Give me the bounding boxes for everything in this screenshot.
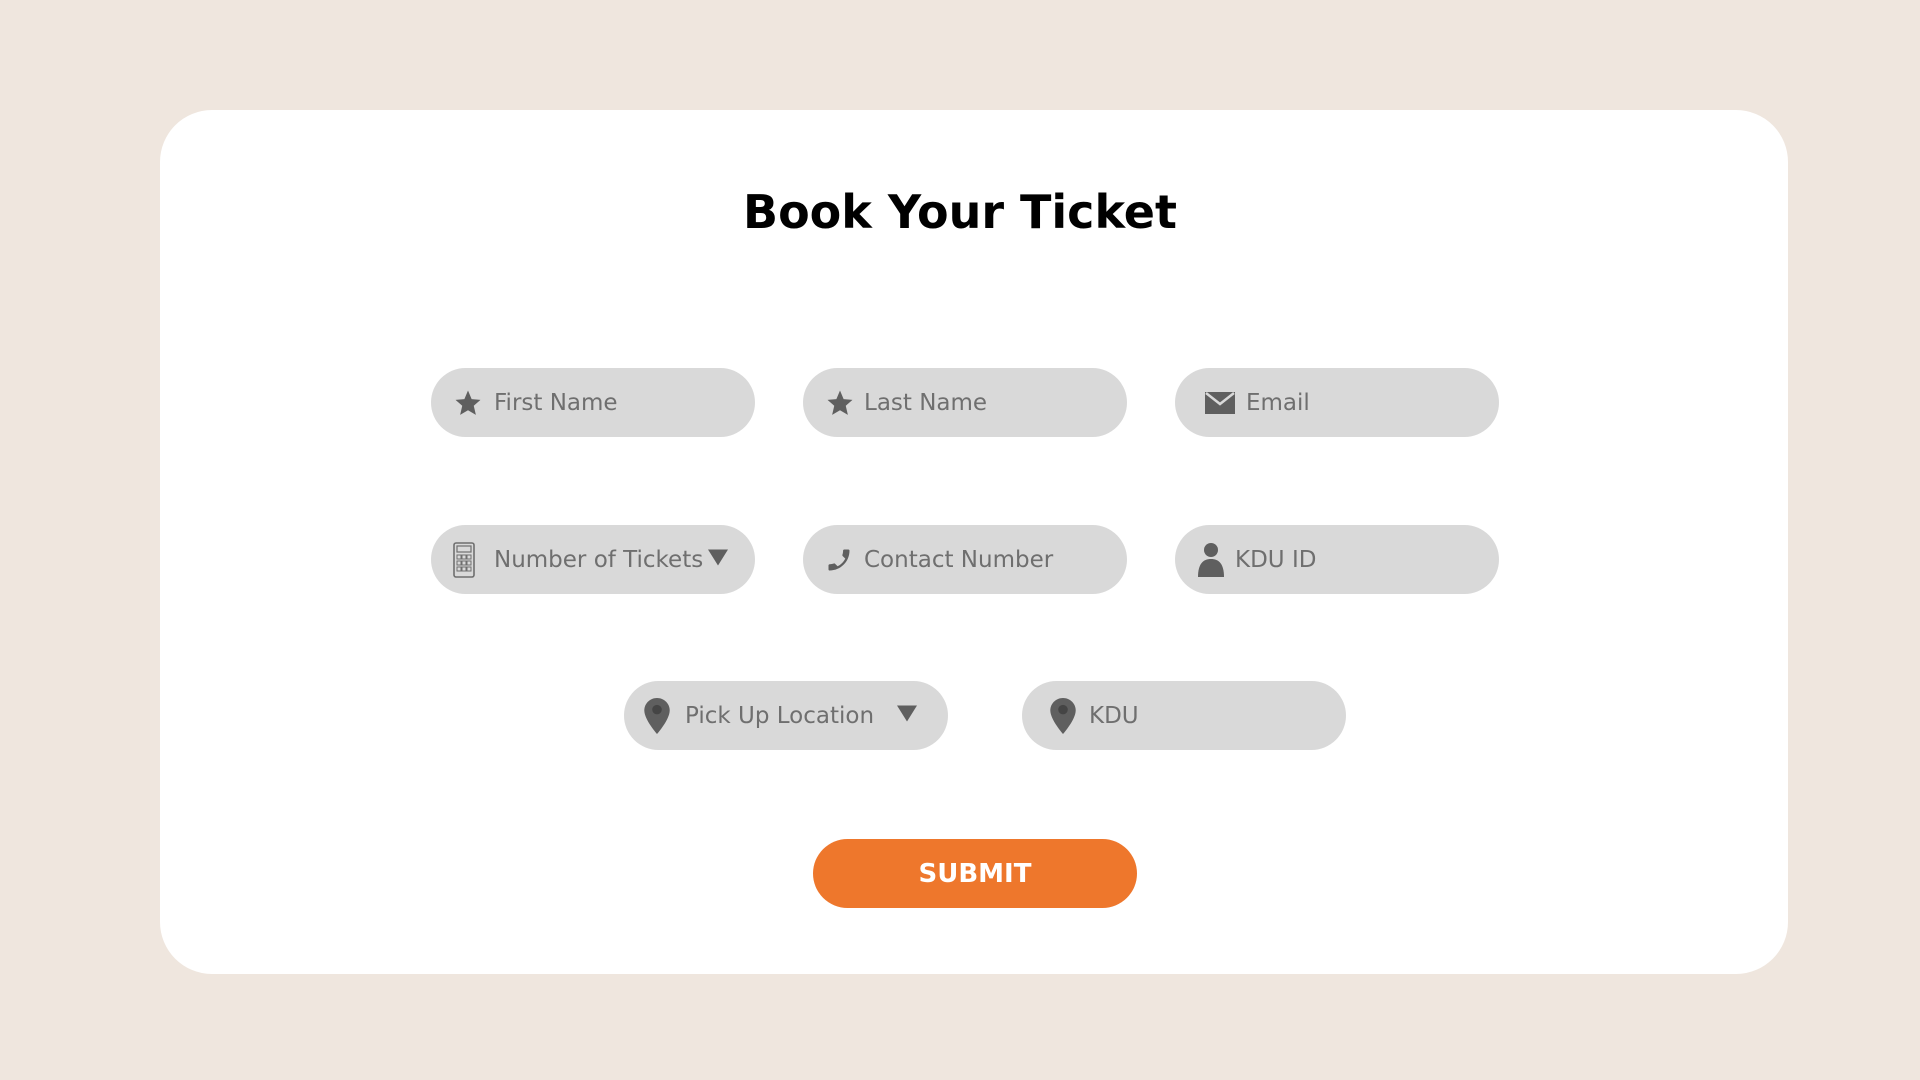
form-title: Book Your Ticket	[743, 185, 1177, 239]
person-icon	[1197, 542, 1225, 578]
envelope-icon	[1205, 391, 1235, 414]
destination-placeholder: KDU	[1089, 702, 1139, 729]
pickup-location-placeholder: Pick Up Location	[685, 702, 875, 729]
number-of-tickets-placeholder: Number of Tickets	[494, 546, 704, 573]
contact-number-placeholder: Contact Number	[864, 546, 1054, 573]
contact-number-field[interactable]: Contact Number	[803, 525, 1127, 594]
location-pin-icon	[1050, 697, 1076, 734]
pickup-location-select[interactable]: Pick Up Location	[624, 681, 948, 750]
calculator-icon	[453, 541, 475, 578]
star-icon	[453, 388, 483, 418]
kdu-id-placeholder: KDU ID	[1235, 546, 1317, 573]
chevron-down-icon[interactable]	[708, 549, 728, 570]
chevron-down-icon[interactable]	[897, 705, 917, 726]
star-icon	[825, 388, 855, 418]
location-pin-icon	[644, 697, 670, 734]
first-name-placeholder: First Name	[494, 389, 618, 416]
kdu-id-field[interactable]: KDU ID	[1175, 525, 1499, 594]
number-of-tickets-select[interactable]: Number of Tickets	[431, 525, 755, 594]
last-name-field[interactable]: Last Name	[803, 368, 1127, 437]
destination-field[interactable]: KDU	[1022, 681, 1346, 750]
submit-button[interactable]: SUBMIT	[813, 839, 1137, 908]
phone-icon	[825, 544, 853, 576]
last-name-placeholder: Last Name	[864, 389, 988, 416]
email-placeholder: Email	[1246, 389, 1310, 416]
first-name-field[interactable]: First Name	[431, 368, 755, 437]
email-field[interactable]: Email	[1175, 368, 1499, 437]
